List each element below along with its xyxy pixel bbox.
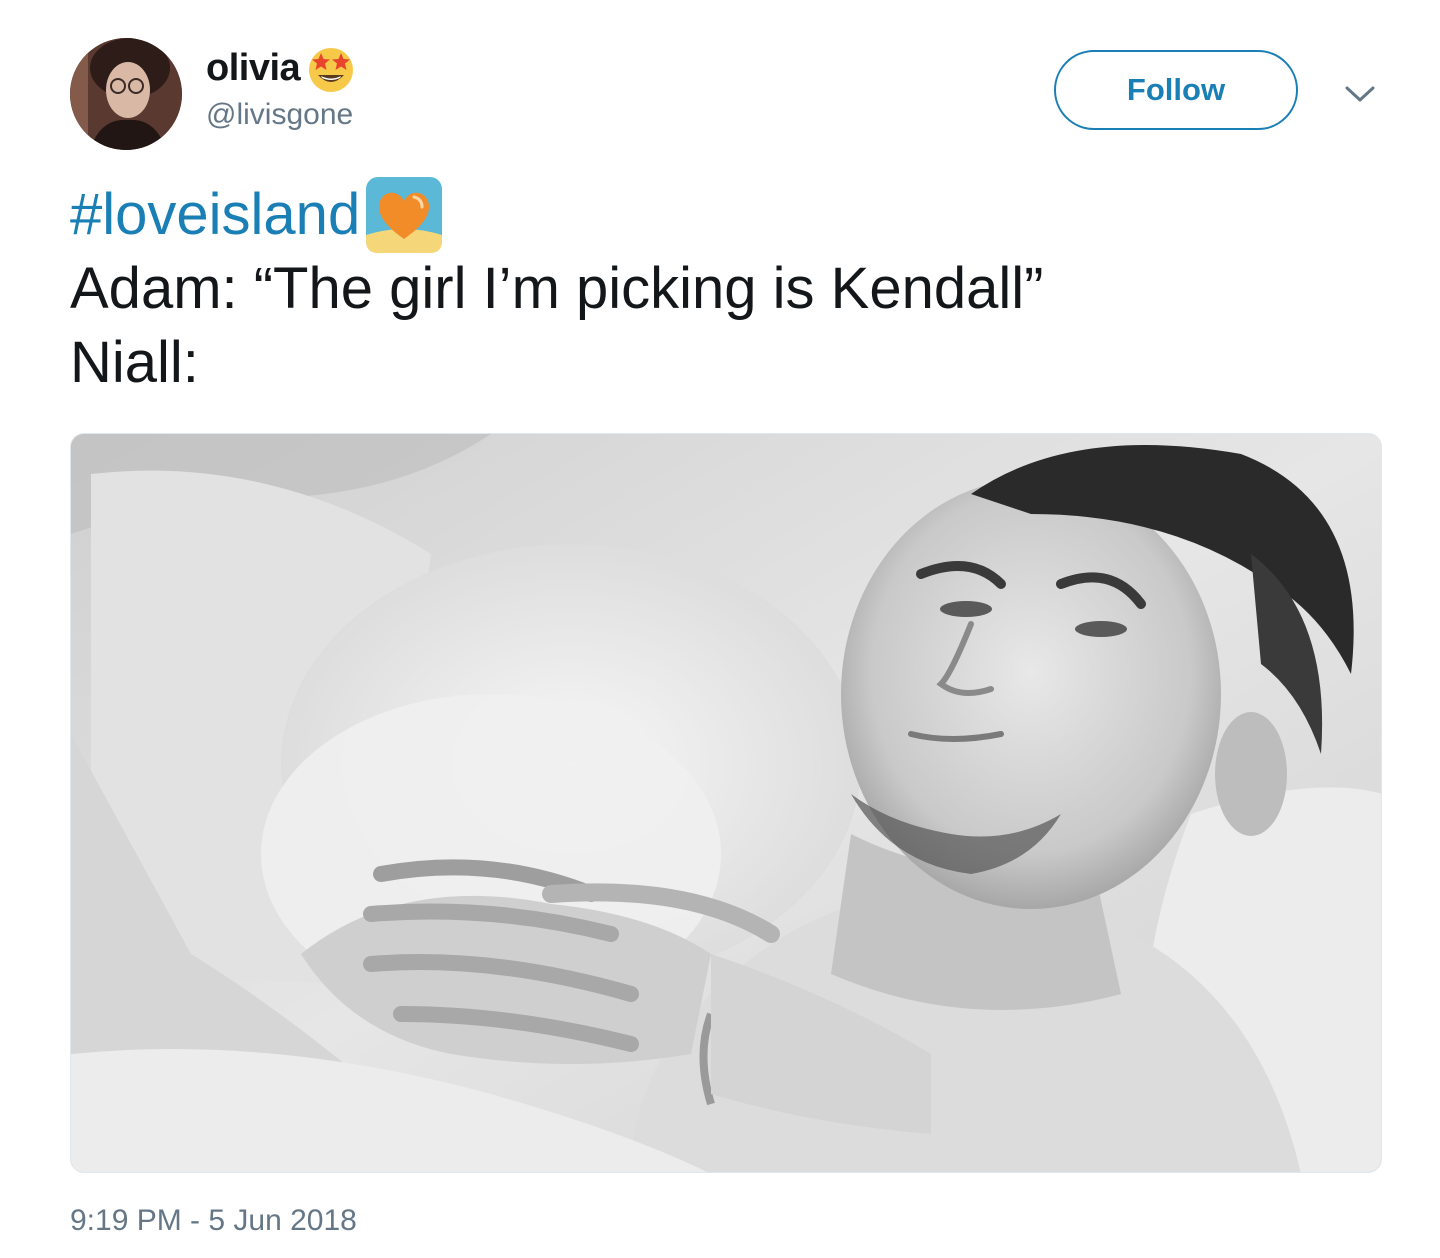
chevron-down-icon[interactable]: [1340, 74, 1380, 114]
tweet-media-image[interactable]: [70, 433, 1382, 1173]
tweet-timestamp[interactable]: 9:19 PM - 5 Jun 2018: [70, 1204, 357, 1238]
heart-island-emoji-icon: [364, 175, 444, 255]
tweet-text-line-1: #loveisland: [70, 175, 1380, 255]
hashtag-link[interactable]: #loveisland: [70, 178, 360, 252]
photo-man-in-bed: [71, 434, 1381, 1172]
tweet-card: olivia @livisgone Follow #loveisland Ada…: [0, 0, 1440, 1258]
display-name[interactable]: olivia: [206, 47, 301, 90]
follow-button[interactable]: Follow: [1054, 50, 1298, 130]
tweet-text: #loveisland Adam: “The girl I’m picking …: [70, 175, 1380, 400]
author-name-row[interactable]: olivia: [206, 42, 358, 94]
star-struck-emoji-icon: [304, 41, 358, 95]
avatar[interactable]: [70, 38, 182, 150]
author-handle[interactable]: @livisgone: [206, 98, 353, 132]
tweet-text-line-2: Adam: “The girl I’m picking is Kendall”: [70, 256, 1044, 321]
tweet-text-line-3: Niall:: [70, 330, 199, 395]
